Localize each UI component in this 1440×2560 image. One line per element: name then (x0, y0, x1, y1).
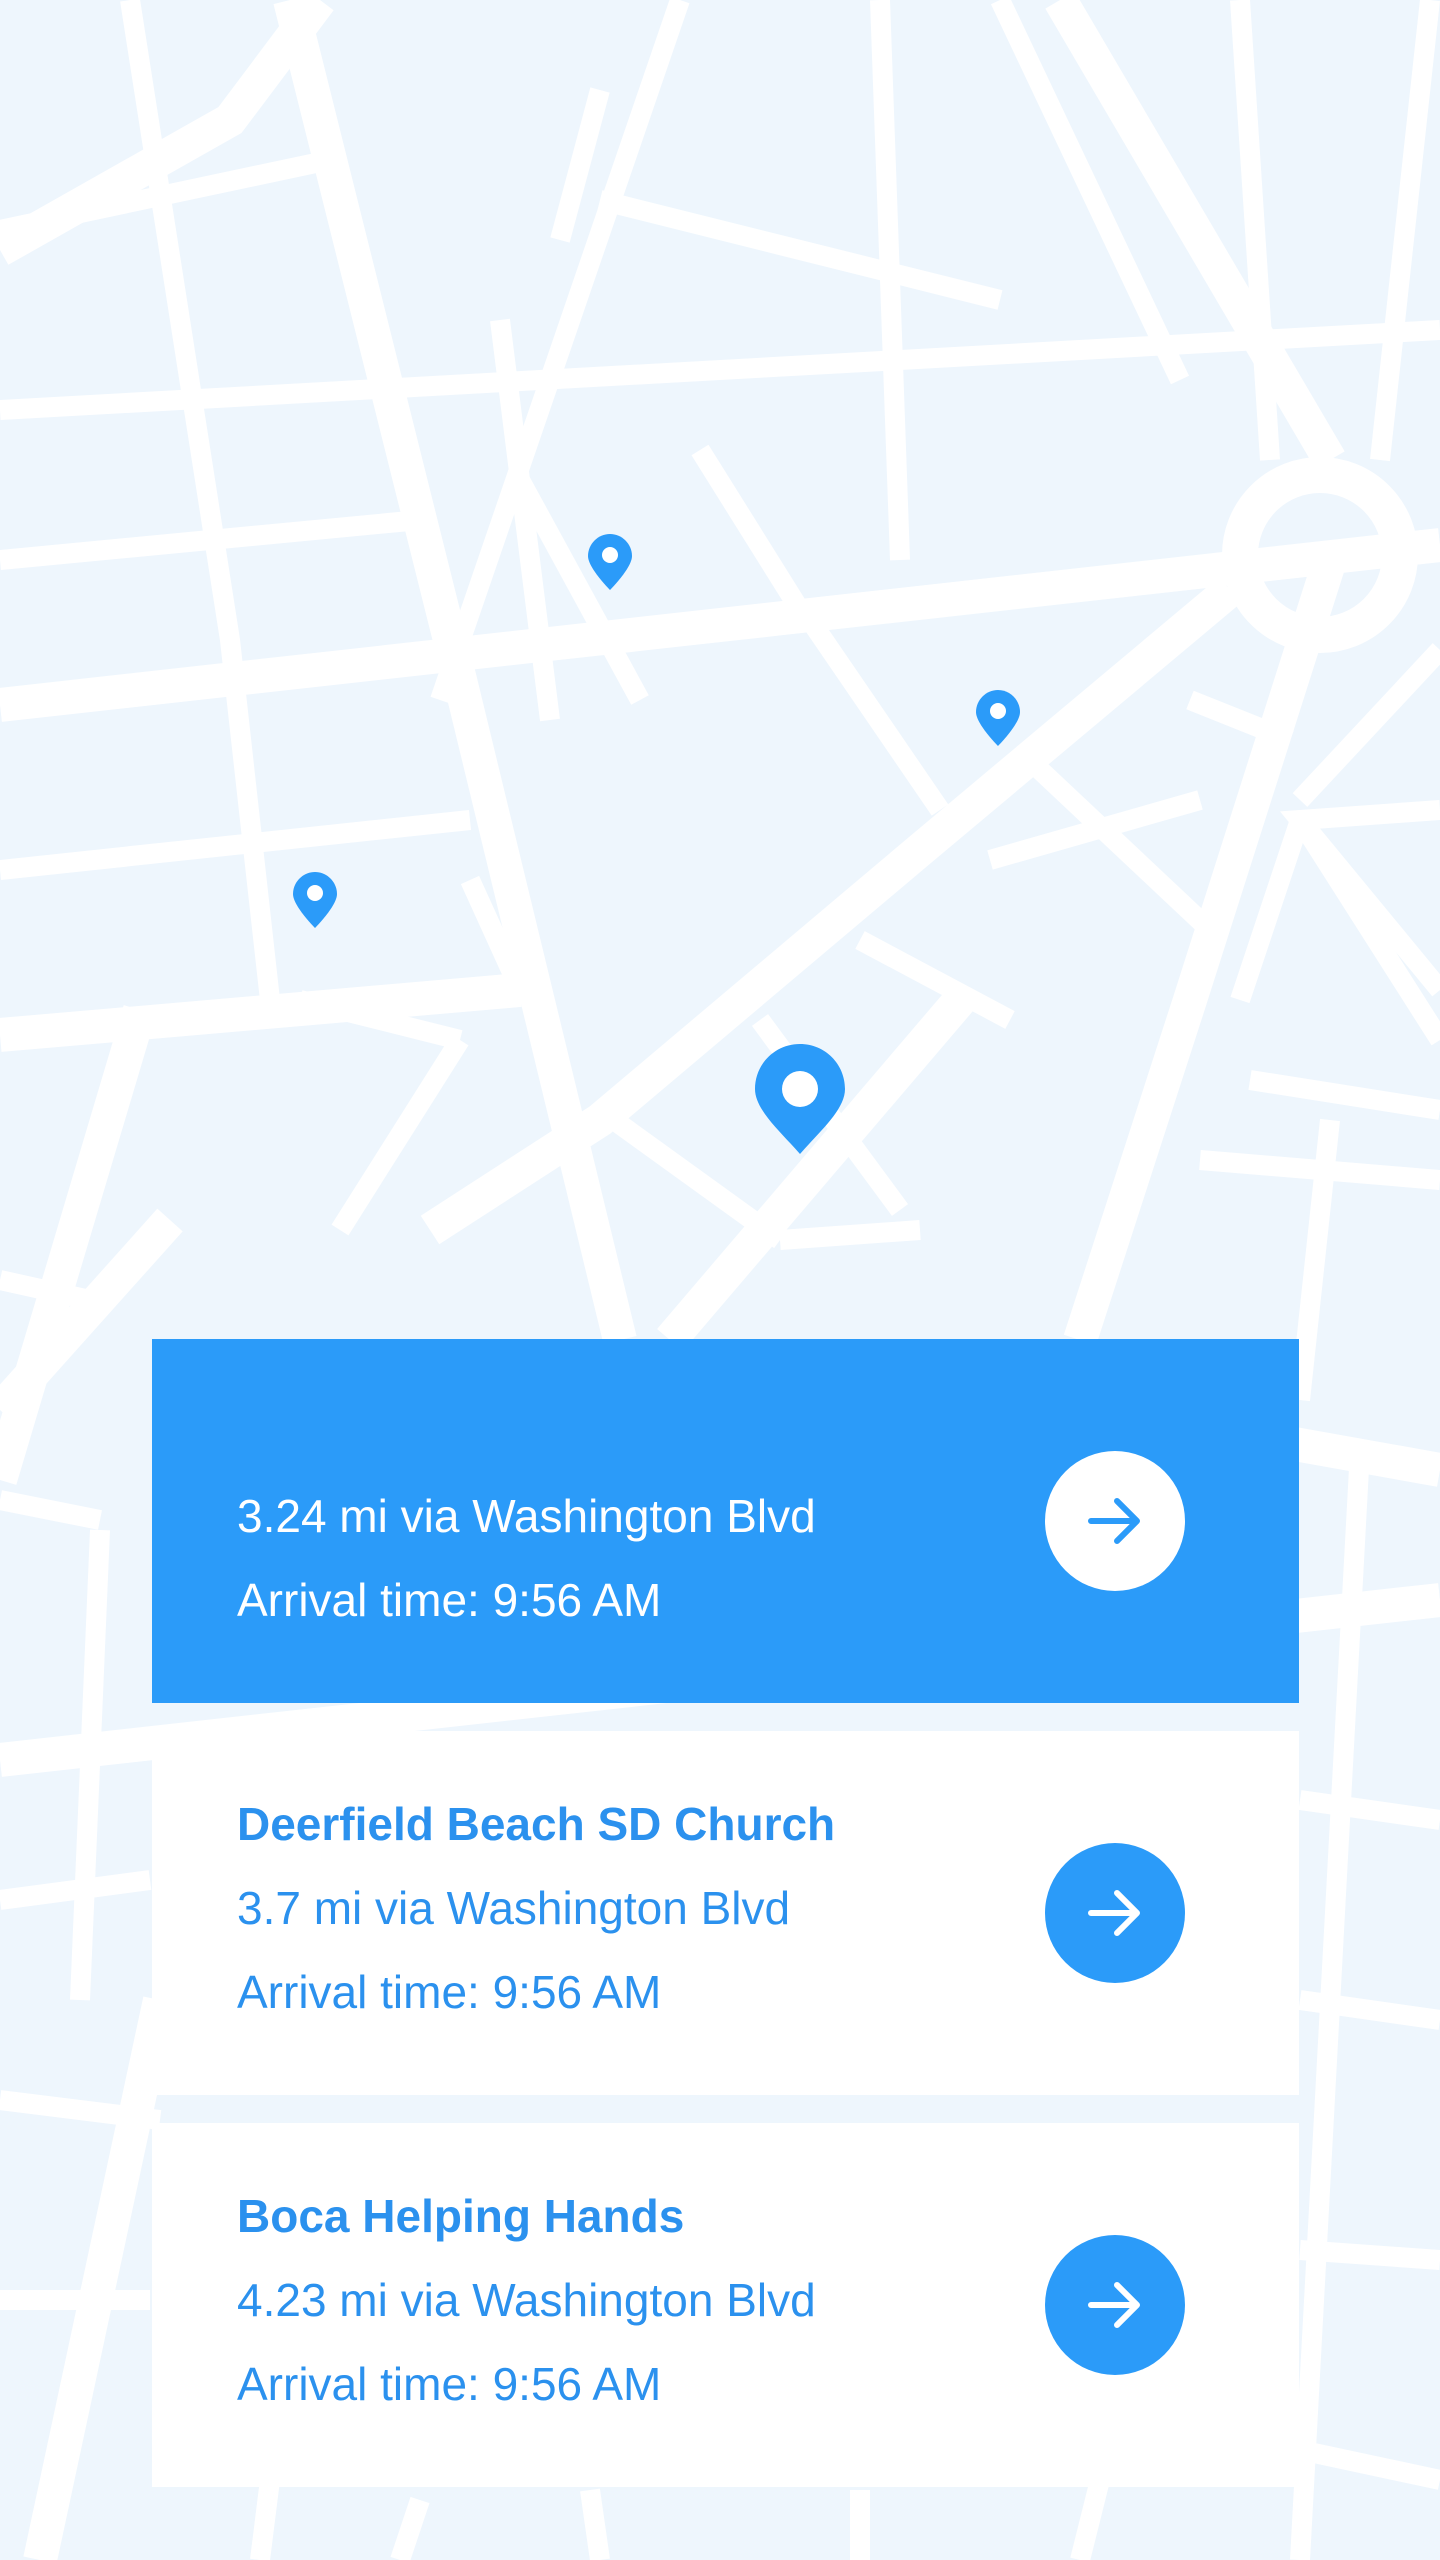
arrow-right-icon (1088, 2282, 1140, 2328)
location-pin-icon[interactable] (586, 532, 634, 592)
route-arrival-time: Arrival time: 9:56 AM (237, 1574, 662, 1626)
go-button[interactable] (1045, 1451, 1185, 1591)
arrow-right-icon (1088, 1890, 1140, 1936)
route-card[interactable]: Boca Helping Hands 4.23 mi via Washingto… (152, 2123, 1299, 2487)
arrow-right-icon (1088, 1498, 1140, 1544)
go-button[interactable] (1045, 2235, 1185, 2375)
route-arrival-time: Arrival time: 9:56 AM (237, 2358, 662, 2410)
location-pin-icon[interactable] (974, 688, 1022, 748)
go-button[interactable] (1045, 1843, 1185, 1983)
route-distance: 3.24 mi via Washington Blvd (237, 1490, 816, 1542)
place-name: Deerfield Beach SD Church (237, 1798, 836, 1850)
route-card[interactable]: Deerfield Beach SD Church 3.7 mi via Was… (152, 1731, 1299, 2095)
route-distance: 3.7 mi via Washington Blvd (237, 1882, 791, 1934)
route-card-selected[interactable]: 3.24 mi via Washington Blvd Arrival time… (152, 1339, 1299, 1703)
route-distance: 4.23 mi via Washington Blvd (237, 2274, 816, 2326)
place-name: Boca Helping Hands (237, 2190, 685, 2242)
route-arrival-time: Arrival time: 9:56 AM (237, 1966, 662, 2018)
location-pin-icon[interactable] (291, 870, 339, 930)
destination-pin-icon[interactable] (753, 1042, 847, 1156)
